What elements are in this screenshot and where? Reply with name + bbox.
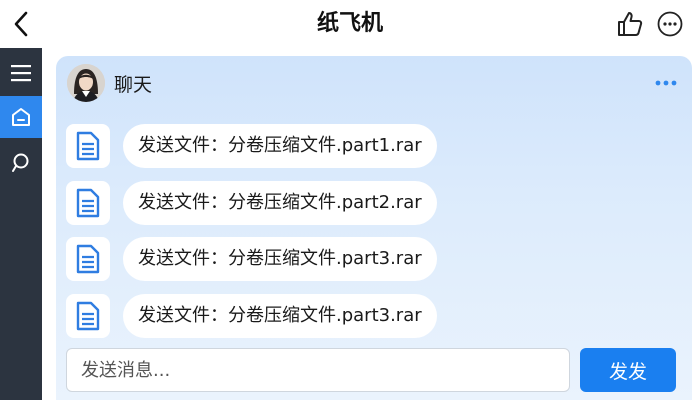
more-options-button[interactable] bbox=[654, 8, 686, 40]
file-attachment[interactable] bbox=[66, 181, 110, 225]
document-icon bbox=[76, 244, 100, 274]
send-button[interactable]: 发发 bbox=[580, 348, 676, 392]
thumbs-up-icon bbox=[618, 12, 643, 36]
document-icon bbox=[76, 188, 100, 218]
sidebar bbox=[0, 48, 42, 400]
app-title: 纸飞机 bbox=[316, 11, 383, 36]
message-input[interactable] bbox=[66, 348, 570, 392]
chat-header: 聊天 bbox=[56, 56, 692, 108]
more-circle-icon bbox=[657, 11, 683, 37]
message-bubble[interactable]: 发送文件：分卷压缩文件.part3.rar bbox=[123, 294, 437, 338]
avatar[interactable] bbox=[67, 64, 105, 102]
sidebar-item-search[interactable] bbox=[0, 142, 42, 184]
chat-more-button[interactable] bbox=[652, 72, 680, 94]
sidebar-menu-button[interactable] bbox=[0, 52, 42, 94]
avatar-image bbox=[67, 64, 105, 102]
sidebar-item-home[interactable] bbox=[0, 96, 42, 138]
chat-title: 聊天 bbox=[114, 74, 153, 96]
file-attachment[interactable] bbox=[66, 124, 110, 168]
file-attachment[interactable] bbox=[66, 237, 110, 281]
message-bubble[interactable]: 发送文件：分卷压缩文件.part3.rar bbox=[123, 237, 437, 281]
message-bubble[interactable]: 发送文件：分卷压缩文件.part1.rar bbox=[123, 124, 437, 168]
file-attachment[interactable] bbox=[66, 294, 110, 338]
chat-panel: 聊天 发送文件：分卷压缩文件.part1.rar 发送文件：分卷压缩文件.par… bbox=[56, 56, 692, 400]
search-icon bbox=[12, 153, 29, 172]
document-icon bbox=[76, 301, 100, 331]
top-bar: 纸飞机 bbox=[0, 0, 700, 48]
message-bubble[interactable]: 发送文件：分卷压缩文件.part2.rar bbox=[123, 181, 437, 225]
home-icon bbox=[12, 108, 30, 126]
like-button[interactable] bbox=[614, 8, 646, 40]
menu-icon bbox=[11, 65, 31, 82]
ellipsis-icon bbox=[655, 80, 677, 86]
document-icon bbox=[76, 131, 100, 161]
